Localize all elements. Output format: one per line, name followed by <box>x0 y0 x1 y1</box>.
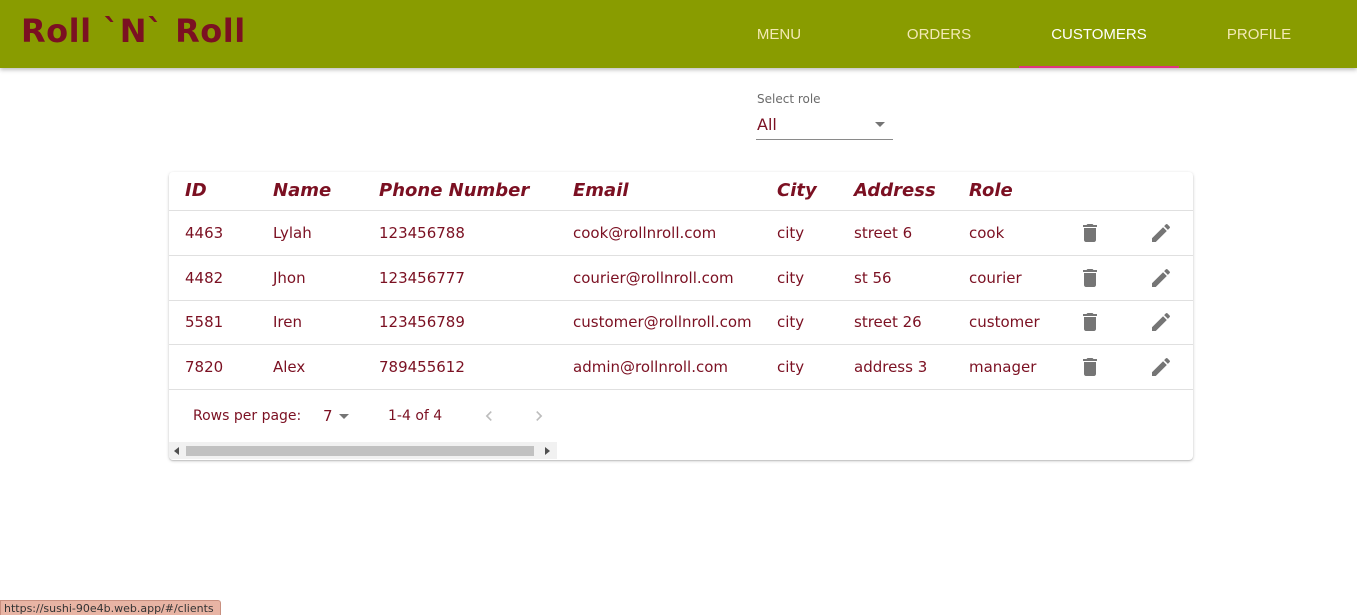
cell-email: customer@rollnroll.com <box>573 313 752 331</box>
edit-icon[interactable] <box>1149 221 1173 245</box>
cell-address: st 56 <box>854 269 892 287</box>
cell-address: address 3 <box>854 358 928 376</box>
cell-phone: 123456788 <box>379 224 465 242</box>
cell-name: Jhon <box>273 269 306 287</box>
cell-name: Alex <box>273 358 306 376</box>
delete-icon[interactable] <box>1078 355 1102 379</box>
cell-phone: 123456789 <box>379 313 465 331</box>
cell-name: Lylah <box>273 224 312 242</box>
cell-id: 7820 <box>185 358 224 376</box>
cell-id: 4482 <box>185 269 224 287</box>
cell-role: cook <box>969 224 1005 242</box>
rows-per-page-select[interactable]: 7 <box>323 407 333 425</box>
column-header-email: Email <box>573 180 629 201</box>
nav-menu[interactable]: MENU <box>699 0 859 68</box>
page-range: 1-4 of 4 <box>388 408 443 424</box>
cell-address: street 6 <box>854 224 913 242</box>
delete-icon[interactable] <box>1078 266 1102 290</box>
select-underline <box>756 139 893 140</box>
scrollbar-thumb[interactable] <box>186 446 534 456</box>
scroll-right-icon[interactable] <box>545 447 550 455</box>
edit-icon[interactable] <box>1149 310 1173 334</box>
column-header-city: City <box>777 180 817 201</box>
column-header-phone: Phone Number <box>379 180 530 201</box>
browser-status-url: https://sushi-90e4b.web.app/#/clients <box>0 600 221 615</box>
scroll-left-icon[interactable] <box>174 447 179 455</box>
column-header-role: Role <box>969 180 1013 201</box>
cell-role: manager <box>969 358 1037 376</box>
app-bar: Roll `N` Roll MENU ORDERS CUSTOMERS PROF… <box>0 0 1357 68</box>
cell-id: 5581 <box>185 313 224 331</box>
table-row: 5581 Iren 123456789 customer@rollnroll.c… <box>169 300 1193 345</box>
nav-profile[interactable]: PROFILE <box>1179 0 1339 68</box>
cell-city: city <box>777 269 805 287</box>
rows-per-page-dropdown-icon[interactable] <box>339 414 349 419</box>
edit-icon[interactable] <box>1149 266 1173 290</box>
role-select[interactable]: Select role All <box>756 92 893 141</box>
horizontal-scrollbar[interactable] <box>169 442 557 459</box>
app-logo[interactable]: Roll `N` Roll <box>21 12 246 50</box>
table-pagination: Rows per page: 7 1-4 of 4 <box>169 390 1193 442</box>
cell-email: admin@rollnroll.com <box>573 358 729 376</box>
cell-email: cook@rollnroll.com <box>573 224 717 242</box>
delete-icon[interactable] <box>1078 310 1102 334</box>
cell-phone: 123456777 <box>379 269 465 287</box>
cell-id: 4463 <box>185 224 224 242</box>
edit-icon[interactable] <box>1149 355 1173 379</box>
cell-phone: 789455612 <box>379 358 465 376</box>
cell-name: Iren <box>273 313 302 331</box>
cell-city: city <box>777 358 805 376</box>
table-row: 4463 Lylah 123456788 cook@rollnroll.com … <box>169 211 1193 256</box>
customers-table-card: ID Name Phone Number Email City Address … <box>169 172 1193 460</box>
column-header-name: Name <box>273 180 332 201</box>
delete-icon[interactable] <box>1078 221 1102 245</box>
nav-customers[interactable]: CUSTOMERS <box>1019 0 1179 68</box>
cell-city: city <box>777 313 805 331</box>
table-row: 7820 Alex 789455612 admin@rollnroll.com … <box>169 345 1193 390</box>
previous-page-icon[interactable] <box>479 406 499 426</box>
cell-city: city <box>777 224 805 242</box>
rows-per-page-label: Rows per page: <box>193 408 302 424</box>
cell-role: customer <box>969 313 1040 331</box>
column-header-id: ID <box>185 180 207 201</box>
cell-email: courier@rollnroll.com <box>573 269 734 287</box>
role-select-label: Select role <box>757 92 821 106</box>
column-header-address: Address <box>854 180 936 201</box>
table-header-row: ID Name Phone Number Email City Address … <box>169 172 1193 211</box>
cell-role: courier <box>969 269 1022 287</box>
nav-orders[interactable]: ORDERS <box>859 0 1019 68</box>
table-row: 4482 Jhon 123456777 courier@rollnroll.co… <box>169 256 1193 301</box>
cell-address: street 26 <box>854 313 922 331</box>
role-select-value[interactable]: All <box>757 115 777 134</box>
next-page-icon[interactable] <box>529 406 549 426</box>
dropdown-arrow-icon[interactable] <box>875 122 885 127</box>
